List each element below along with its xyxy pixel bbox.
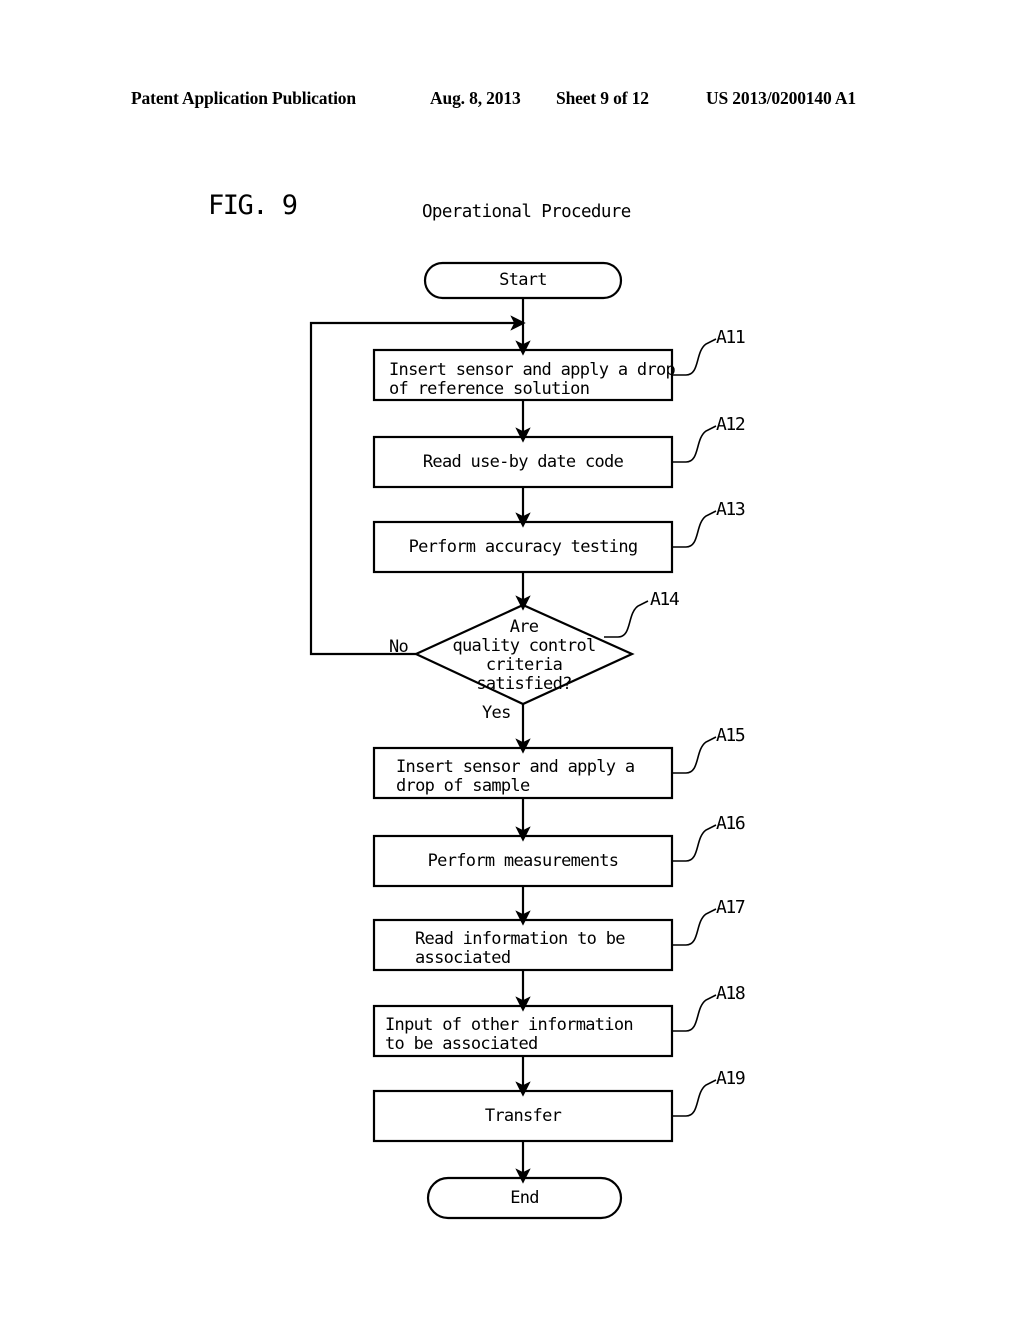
leader-line-a18 (672, 994, 717, 1032)
step-a15-line2: drop of sample (396, 776, 530, 796)
decision-a14-line2: quality control (452, 636, 596, 656)
step-a17-line1: Read information to be (415, 929, 625, 949)
leader-line-a15 (672, 736, 717, 774)
ref-label-a16: A16 (716, 813, 746, 834)
leader-line-a11 (672, 338, 717, 376)
ref-label-a11: A11 (716, 327, 746, 348)
step-a18-line2: to be associated (385, 1034, 538, 1054)
leader-line-a13 (672, 510, 717, 548)
leader-line-a12 (672, 425, 717, 463)
step-a19-line1: Transfer (484, 1106, 562, 1126)
step-a16-line1: Perform measurements (427, 851, 619, 871)
start-node-label: Start (499, 270, 547, 290)
leader-line-a16 (672, 824, 717, 862)
step-a12-line1: Read use-by date code (422, 452, 624, 472)
step-a13-line1: Perform accuracy testing (408, 537, 639, 557)
step-a15-line1: Insert sensor and apply a (396, 757, 635, 777)
decision-a14-line3: criteria (485, 655, 563, 675)
ref-label-a15: A15 (716, 725, 746, 746)
ref-label-a14: A14 (650, 589, 680, 610)
ref-label-a19: A19 (716, 1068, 746, 1089)
branch-label-yes: Yes (482, 703, 511, 723)
decision-a14-line4: satisfied? (476, 674, 572, 694)
ref-label-a18: A18 (716, 983, 746, 1004)
ref-label-a12: A12 (716, 414, 746, 435)
end-node-label: End (510, 1188, 539, 1208)
branch-label-no: No (389, 637, 409, 657)
decision-a14-line1: Are (509, 617, 539, 637)
ref-label-a17: A17 (716, 897, 746, 918)
step-a11-line2: of reference solution (389, 379, 590, 399)
ref-label-a13: A13 (716, 499, 746, 520)
step-a17-line2: associated (415, 948, 511, 968)
step-a11-line1: Insert sensor and apply a drop (389, 360, 676, 380)
figure-9-flowchart: FIG. 9 Operational Procedure Start Inser… (0, 0, 1024, 1320)
leader-line-a19 (672, 1079, 717, 1117)
step-a18-line1: Input of other information (385, 1015, 634, 1035)
